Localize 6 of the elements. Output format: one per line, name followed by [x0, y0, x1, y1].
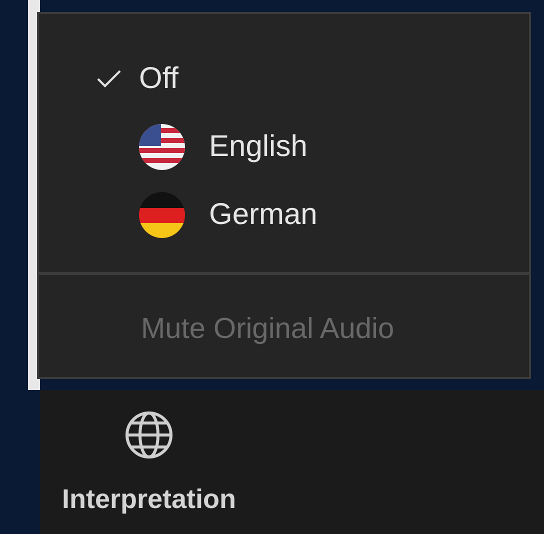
german-flag-icon: [139, 192, 185, 238]
language-option[interactable]: Off: [139, 64, 178, 94]
language-option[interactable]: German: [209, 200, 318, 230]
language-option[interactable]: English: [209, 132, 308, 162]
globe-icon: [124, 410, 174, 460]
us-flag-icon: [139, 124, 185, 170]
